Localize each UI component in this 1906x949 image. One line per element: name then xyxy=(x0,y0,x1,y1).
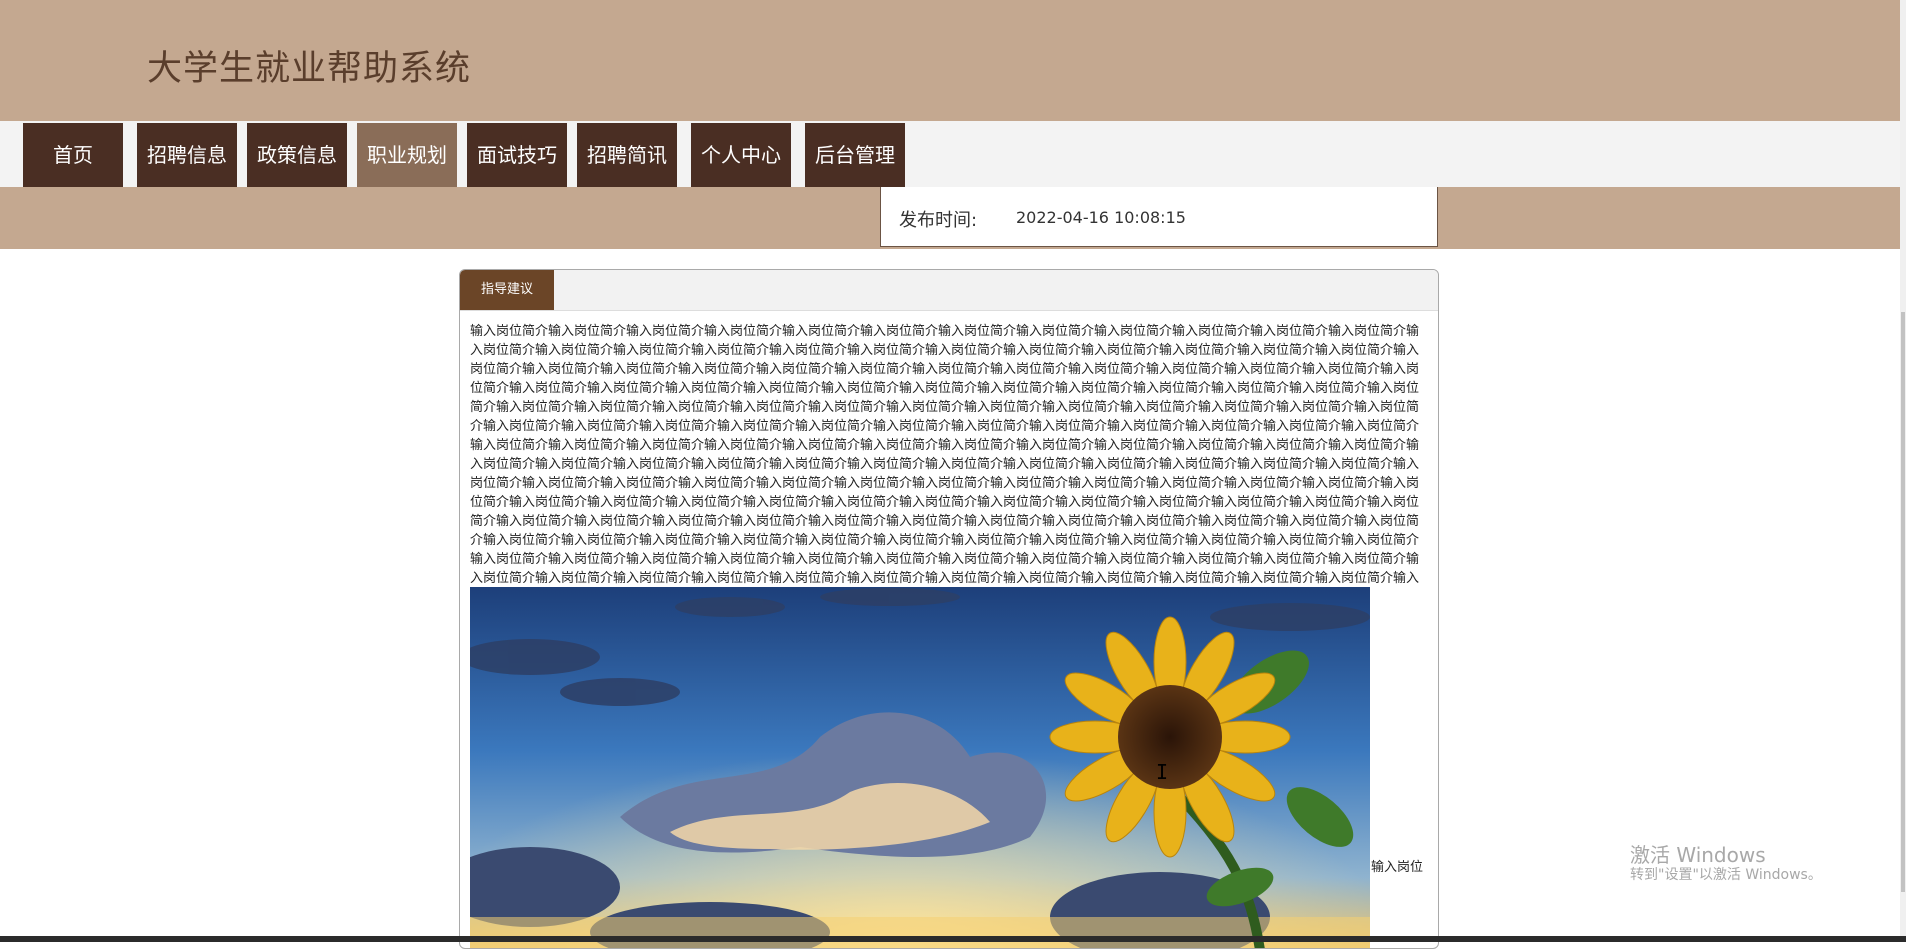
publish-time-value: 2022-04-16 10:08:15 xyxy=(1016,208,1186,227)
nav-item-interview-tips[interactable]: 面试技巧 xyxy=(467,123,567,187)
nav-item-career-planning[interactable]: 职业规划 xyxy=(357,123,457,187)
site-title: 大学生就业帮助系统 xyxy=(147,49,472,89)
site-header: 大学生就业帮助系统 xyxy=(0,0,1900,121)
publish-time-label: 发布时间: xyxy=(899,210,978,231)
publish-info: 发布时间: 2022-04-16 10:08:15 xyxy=(880,187,1438,247)
nav-item-jobs[interactable]: 招聘信息 xyxy=(137,123,237,187)
article-image xyxy=(470,587,1370,948)
page-scrollbar[interactable] xyxy=(1900,0,1906,942)
taskbar-edge xyxy=(0,936,1906,942)
sunflower-sky-image xyxy=(470,587,1370,948)
nav-item-user-center[interactable]: 个人中心 xyxy=(691,123,791,187)
windows-activation-watermark: 激活 Windows 转到"设置"以激活 Windows。 xyxy=(1630,843,1822,884)
text-cursor-icon: I xyxy=(1156,760,1169,784)
watermark-subtitle: 转到"设置"以激活 Windows。 xyxy=(1630,867,1822,883)
watermark-title: 激活 Windows xyxy=(1630,843,1766,867)
nav-item-home[interactable]: 首页 xyxy=(23,123,123,187)
scrollbar-thumb[interactable] xyxy=(1901,312,1905,892)
article-panel: 指导建议 输入岗位简介输入岗位简介输入岗位简介输入岗位简介输入岗位简介输入岗位简… xyxy=(459,269,1439,949)
main-nav: 首页 招聘信息 政策信息 职业规划 面试技巧 招聘简讯 个人中心 后台管理 xyxy=(0,121,1900,187)
panel-tab-bar: 指导建议 xyxy=(460,270,1438,311)
article-body-text: 输入岗位简介输入岗位简介输入岗位简介输入岗位简介输入岗位简介输入岗位简介输入岗位… xyxy=(470,324,1420,586)
tab-guidance[interactable]: 指导建议 xyxy=(460,270,554,310)
nav-item-job-news[interactable]: 招聘简讯 xyxy=(577,123,677,187)
trailing-text: 输入岗位 xyxy=(1371,860,1424,875)
nav-item-admin[interactable]: 后台管理 xyxy=(805,123,905,187)
nav-item-policy[interactable]: 政策信息 xyxy=(247,123,347,187)
